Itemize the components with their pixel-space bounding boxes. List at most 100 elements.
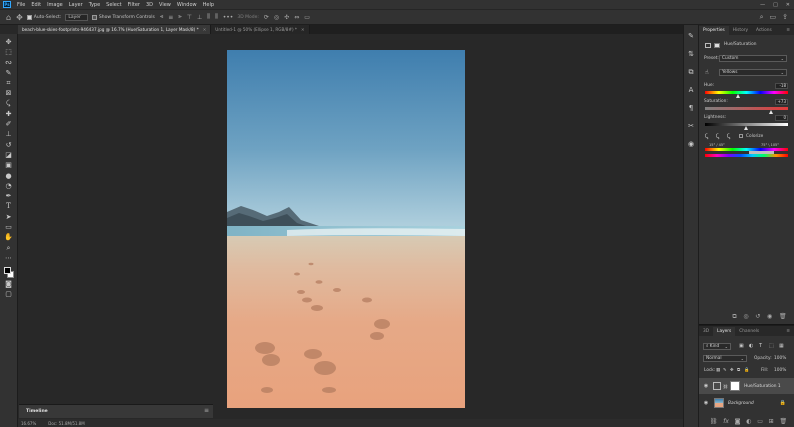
auto-select-target-select[interactable]: Layer	[65, 13, 88, 21]
lock-icon[interactable]: 🔒	[780, 400, 786, 406]
layer-row[interactable]: ◉ ⛓ Hue/Saturation 1	[699, 378, 794, 394]
distribute-vertical-icon[interactable]: ⫼	[215, 13, 218, 21]
tab-properties[interactable]: Properties	[699, 26, 729, 35]
new-group-icon[interactable]: ▭	[757, 418, 763, 425]
filter-pixel-icon[interactable]: ▣	[739, 343, 744, 349]
eyedropper-icon[interactable]: ⤹	[705, 133, 709, 141]
chain-link-icon[interactable]: ⛓	[723, 384, 728, 389]
fill-value[interactable]: 100%	[774, 368, 786, 373]
hue-slider-thumb[interactable]	[736, 94, 740, 98]
new-adjustment-icon[interactable]: ◐	[746, 418, 751, 425]
delete-layer-icon[interactable]: 🗑	[779, 418, 787, 425]
preset-select[interactable]: Custom ⌄	[719, 55, 787, 62]
visibility-eye-icon[interactable]: ◉	[702, 383, 710, 389]
distribute-icon[interactable]: ⫼	[207, 13, 210, 21]
menu-file[interactable]: File	[14, 2, 28, 8]
close-tab-icon[interactable]: ✕	[203, 27, 207, 32]
layer-mask-thumbnail[interactable]	[730, 381, 741, 391]
menu-3d[interactable]: 3D	[143, 2, 156, 8]
edit-toolbar-icon[interactable]: ⋯	[3, 253, 15, 263]
crop-tool-icon[interactable]: ⌗	[3, 78, 15, 88]
screen-mode-icon[interactable]: ▢	[3, 290, 15, 300]
tab-3d[interactable]: 3D	[699, 327, 713, 336]
align-left-icon[interactable]: ⫷	[160, 13, 163, 21]
menu-type[interactable]: Type	[86, 2, 103, 8]
layer-style-icon[interactable]: fx	[723, 418, 729, 425]
zoom-level[interactable]: 16.67%	[21, 421, 36, 426]
video-camera-icon[interactable]: ▭	[304, 14, 310, 21]
minimize-button[interactable]: —	[760, 2, 765, 8]
opacity-value[interactable]: 100%	[774, 356, 786, 361]
filter-shape-icon[interactable]: ⬚	[769, 343, 774, 349]
add-mask-icon[interactable]: ◙	[735, 418, 741, 425]
pan-3d-icon[interactable]: ✣	[284, 14, 289, 21]
filter-adjustment-icon[interactable]: ◐	[749, 343, 753, 349]
align-right-icon[interactable]: ⫸	[178, 13, 181, 21]
delete-icon[interactable]: 🗑	[779, 313, 787, 321]
lightness-value-input[interactable]: 0	[775, 115, 788, 121]
paths-icon[interactable]: ⧉	[686, 67, 697, 78]
document-canvas[interactable]	[227, 50, 465, 408]
close-button[interactable]: ✕	[786, 2, 790, 8]
brush-tool-icon[interactable]: ✐	[3, 119, 15, 129]
lightness-slider-thumb[interactable]	[744, 126, 748, 130]
panel-menu-icon[interactable]: ≡	[782, 327, 794, 336]
more-options-icon[interactable]: •••	[223, 14, 234, 21]
filter-type-icon[interactable]: T	[759, 343, 762, 349]
menu-view[interactable]: View	[156, 2, 174, 8]
quick-selection-tool-icon[interactable]: ✎	[3, 68, 15, 78]
spot-healing-tool-icon[interactable]: ✚	[3, 109, 15, 119]
zoom-tool-icon[interactable]: ⌕	[3, 243, 15, 253]
align-center-icon[interactable]: ≡	[168, 14, 173, 21]
pen-tool-icon[interactable]: ✒	[3, 191, 15, 201]
lock-artboard-icon[interactable]: ⧉	[737, 368, 740, 373]
move-tool-icon[interactable]: ✥	[3, 37, 15, 47]
tab-beach-photo[interactable]: beach-blue-skies-footprints-946437.jpg @…	[18, 25, 212, 34]
tab-channels[interactable]: Channels	[735, 327, 763, 336]
panel-menu-icon[interactable]: ≡	[782, 26, 794, 35]
eyedropper-minus-icon[interactable]: ⤹	[727, 133, 731, 141]
tab-layers[interactable]: Layers	[713, 327, 736, 336]
menu-image[interactable]: Image	[44, 2, 66, 8]
foreground-color-swatch[interactable]	[3, 266, 11, 274]
targeted-adjustment-hand-icon[interactable]: ☝	[705, 69, 709, 76]
tools-presets-icon[interactable]: ✂	[686, 121, 697, 132]
hue-slider-track[interactable]	[705, 91, 788, 94]
align-top-icon[interactable]: ⊤	[187, 14, 192, 21]
show-transform-checkbox[interactable]	[91, 14, 97, 20]
lock-pixels-icon[interactable]: ✎	[723, 368, 727, 373]
tab-history[interactable]: History	[729, 26, 752, 35]
hue-value-input[interactable]: -18	[775, 83, 788, 89]
canvas-area[interactable]	[18, 34, 683, 419]
lock-position-icon[interactable]: ✥	[730, 368, 734, 373]
roll-3d-icon[interactable]: ◎	[274, 14, 279, 21]
menu-select[interactable]: Select	[103, 2, 124, 8]
move-tool-preset-icon[interactable]: ✥	[16, 13, 23, 22]
gradient-tool-icon[interactable]: ▣	[3, 161, 15, 171]
auto-select-checkbox[interactable]	[26, 14, 32, 20]
home-icon[interactable]: ⌂	[6, 13, 11, 22]
channel-select[interactable]: Yellows ⌄	[719, 69, 787, 76]
menu-layer[interactable]: Layer	[66, 2, 86, 8]
history-brush-tool-icon[interactable]: ↺	[3, 140, 15, 150]
reset-icon[interactable]: ↺	[755, 313, 760, 321]
blur-tool-icon[interactable]: ●	[3, 171, 15, 181]
eyedropper-tool-icon[interactable]: ⤹	[3, 99, 15, 109]
layer-row[interactable]: ◉ Background 🔒	[699, 395, 794, 411]
lasso-tool-icon[interactable]: ᔓ	[3, 58, 15, 68]
workspace-icon[interactable]: ▭	[770, 13, 777, 22]
character-icon[interactable]: A	[686, 85, 697, 96]
close-tab-icon[interactable]: ✕	[301, 27, 305, 32]
frame-tool-icon[interactable]: ⊠	[3, 88, 15, 98]
rectangle-tool-icon[interactable]: ▭	[3, 222, 15, 232]
saturation-value-input[interactable]: +73	[775, 99, 788, 105]
align-middle-icon[interactable]: ⊥	[197, 14, 202, 21]
blend-mode-select[interactable]: Normal ⌄	[703, 355, 747, 362]
clone-stamp-tool-icon[interactable]: ⊥	[3, 130, 15, 140]
menu-window[interactable]: Window	[174, 2, 200, 8]
hand-tool-icon[interactable]: ✋	[3, 233, 15, 243]
menu-filter[interactable]: Filter	[125, 2, 143, 8]
timeline-title[interactable]: Timeline	[26, 409, 48, 414]
layer-name[interactable]: Hue/Saturation 1	[744, 384, 781, 389]
menu-help[interactable]: Help	[200, 2, 217, 8]
